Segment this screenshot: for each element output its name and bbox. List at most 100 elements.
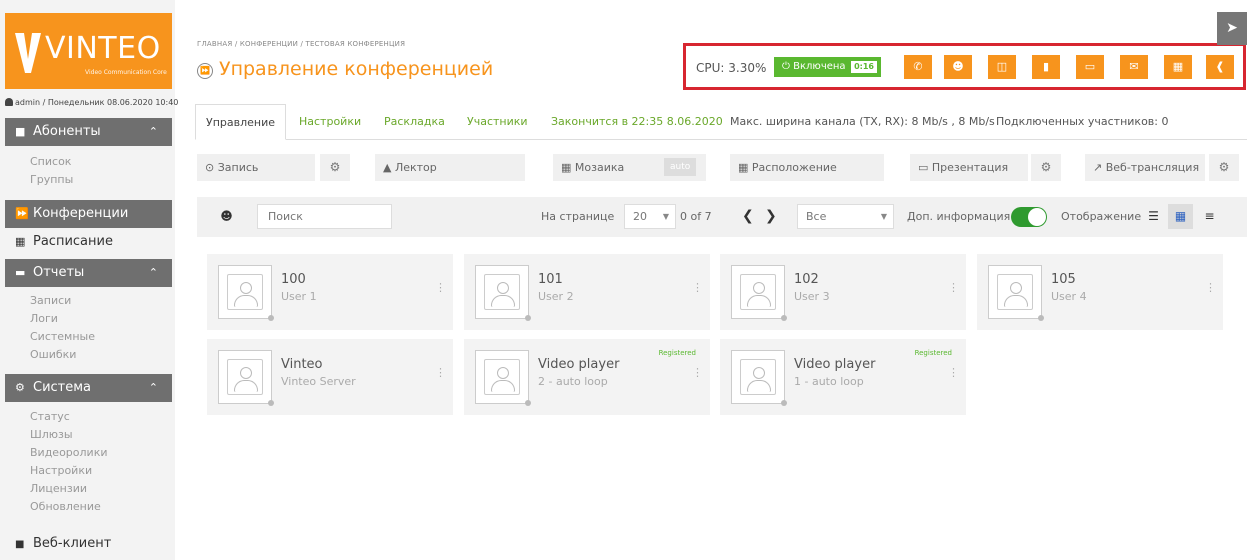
participant-card[interactable]: 105 User 4 ⋮ (977, 254, 1223, 330)
participant-card[interactable]: Vinteo Vinteo Server ⋮ (207, 339, 453, 415)
participant-card[interactable]: 102 User 3 ⋮ (720, 254, 966, 330)
registered-badge: Registered (914, 349, 952, 357)
more-options-icon[interactable]: ⋮ (435, 282, 446, 293)
webcast-settings-button[interactable]: ⚙ (1209, 154, 1239, 181)
extra-info-toggle[interactable] (1011, 207, 1047, 227)
sidebar-section-subscribers[interactable]: ■ Абоненты ⌃ (5, 118, 172, 146)
call-button[interactable]: ✆ (904, 55, 932, 79)
participant-card[interactable]: Registered Video player 1 - auto loop ⋮ (720, 339, 966, 415)
tab-ends-at[interactable]: Закончится в 22:35 8.06.2020 (551, 104, 723, 140)
tab-participants[interactable]: Участники (467, 104, 528, 140)
arrangement-button[interactable]: ▦ Расположение (730, 154, 884, 181)
tab-control[interactable]: Управление (195, 104, 287, 140)
sidebar-item-videos[interactable]: Видеоролики (30, 444, 107, 462)
add-participant-button[interactable]: ☻ (944, 55, 972, 79)
sidebar-item-licenses[interactable]: Лицензии (30, 480, 87, 498)
participant-number: 105 (1051, 272, 1076, 287)
view-list-detailed-button[interactable]: ☰ (1141, 204, 1166, 229)
more-options-icon[interactable]: ⋮ (692, 367, 703, 378)
filter-value: Все (806, 210, 827, 223)
view-list-button[interactable]: ≡ (1197, 204, 1222, 229)
sidebar-item-update[interactable]: Обновление (30, 498, 101, 516)
sidebar-item-list[interactable]: Список (30, 153, 71, 171)
record-label: Запись (217, 161, 259, 174)
add-user-icon: ☻ (952, 60, 964, 73)
registered-badge: Registered (658, 349, 696, 357)
breadcrumb[interactable]: ГЛАВНАЯ / КОНФЕРЕНЦИИ / ТЕСТОВАЯ КОНФЕРЕ… (197, 40, 405, 48)
participant-name: 1 - auto loop (794, 375, 864, 388)
sidebar-item-status[interactable]: Статус (30, 408, 70, 426)
participant-card[interactable]: 100 User 1 ⋮ (207, 254, 453, 330)
send-icon: ➤ (1226, 20, 1238, 36)
participant-name: User 4 (1051, 290, 1087, 303)
tab-layout[interactable]: Раскладка (384, 104, 445, 140)
lecturer-label: Лектор (394, 161, 437, 174)
participant-name: Vinteo Server (281, 375, 356, 388)
corner-send-button[interactable]: ➤ (1217, 12, 1247, 45)
avatar (988, 265, 1044, 321)
calendar-icon: ▦ (15, 235, 26, 248)
sidebar-item-system-logs[interactable]: Системные (30, 328, 95, 346)
page-title: ⏩ Управление конференцией (197, 58, 493, 80)
users-icon: ■ (15, 125, 26, 138)
conference-status-button[interactable]: ⏻ Включена 0:16 (774, 57, 881, 77)
prev-page-button[interactable]: ❮ (742, 204, 754, 229)
per-page-select[interactable]: 20 ▼ (624, 204, 676, 229)
webcast-label: Веб-трансляция (1105, 161, 1200, 174)
lecturer-button[interactable]: ▲ Лектор (375, 154, 525, 181)
sidebar-item-logs[interactable]: Логи (30, 310, 58, 328)
record-button[interactable]: ⊙ Запись (197, 154, 315, 181)
extra-info-label: Доп. информация (907, 210, 1011, 223)
chevron-down-icon: ▼ (662, 212, 669, 221)
sidebar-item-gateways[interactable]: Шлюзы (30, 426, 73, 444)
mail-button[interactable]: ✉ (1120, 55, 1148, 79)
more-options-icon[interactable]: ⋮ (948, 282, 959, 293)
search-input[interactable] (257, 204, 392, 229)
sidebar-section-conferences[interactable]: ⏩ Конференции (5, 200, 172, 228)
vinteo-logo[interactable]: VINTEO Video Communication Core (5, 13, 172, 89)
view-grid-button[interactable]: ▦ (1168, 204, 1193, 229)
gear-icon: ⚙ (1040, 160, 1052, 174)
external-link-icon: ↗ (1093, 161, 1103, 174)
avatar (731, 265, 787, 321)
book-button[interactable]: ▦ (1164, 55, 1192, 79)
layout-button[interactable]: ◫ (988, 55, 1016, 79)
sidebar-item-groups[interactable]: Группы (30, 171, 73, 189)
add-user-icon: ☻ (220, 209, 233, 223)
participant-card[interactable]: 101 User 2 ⋮ (464, 254, 710, 330)
more-options-icon[interactable]: ⋮ (1205, 282, 1216, 293)
participant-number: 101 (538, 272, 563, 287)
toggle-knob (1028, 208, 1046, 226)
sidebar-item-records[interactable]: Записи (30, 292, 71, 310)
cpu-usage: CPU: 3.30% (696, 61, 767, 75)
arrangement-label: Расположение (751, 161, 837, 174)
page-title-text: Управление конференцией (219, 58, 494, 80)
presentation-button[interactable]: ▭ Презентация (910, 154, 1028, 181)
more-options-icon[interactable]: ⋮ (435, 367, 446, 378)
tab-settings[interactable]: Настройки (299, 104, 361, 140)
more-options-icon[interactable]: ⋮ (948, 367, 959, 378)
share-button[interactable]: ❰ (1206, 55, 1234, 79)
record-settings-button[interactable]: ⚙ (320, 154, 350, 181)
participant-card[interactable]: Registered Video player 2 - auto loop ⋮ (464, 339, 710, 415)
gears-icon: ⚙ (15, 381, 25, 394)
sidebar-section-reports[interactable]: ▬ Отчеты ⌃ (5, 259, 172, 287)
add-participant-toolbar-button[interactable]: ☻ (214, 204, 239, 229)
screen-button[interactable]: ▭ (1076, 55, 1104, 79)
mosaic-auto-badge: auto (664, 158, 697, 176)
video-button[interactable]: ▮ (1032, 55, 1060, 79)
webcast-button[interactable]: ↗ Веб-трансляция (1085, 154, 1205, 181)
chevron-up-icon: ⌃ (148, 381, 158, 394)
grid-icon: ▦ (561, 161, 572, 174)
next-page-button[interactable]: ❯ (765, 204, 777, 229)
more-options-icon[interactable]: ⋮ (692, 282, 703, 293)
current-user-line[interactable]: admin / Понедельник 08.06.2020 10:40 (5, 98, 178, 107)
sidebar-item-errors[interactable]: Ошибки (30, 346, 76, 364)
presentation-settings-button[interactable]: ⚙ (1031, 154, 1061, 181)
sidebar-item-schedule[interactable]: ▦ Расписание (5, 229, 172, 255)
sidebar-section-system[interactable]: ⚙ Система ⌃ (5, 374, 172, 402)
sidebar-item-webclient[interactable]: ■ Веб-клиент (5, 531, 172, 557)
sidebar-item-settings[interactable]: Настройки (30, 462, 92, 480)
grid-icon: ▦ (1174, 209, 1187, 223)
filter-select[interactable]: Все ▼ (797, 204, 894, 229)
